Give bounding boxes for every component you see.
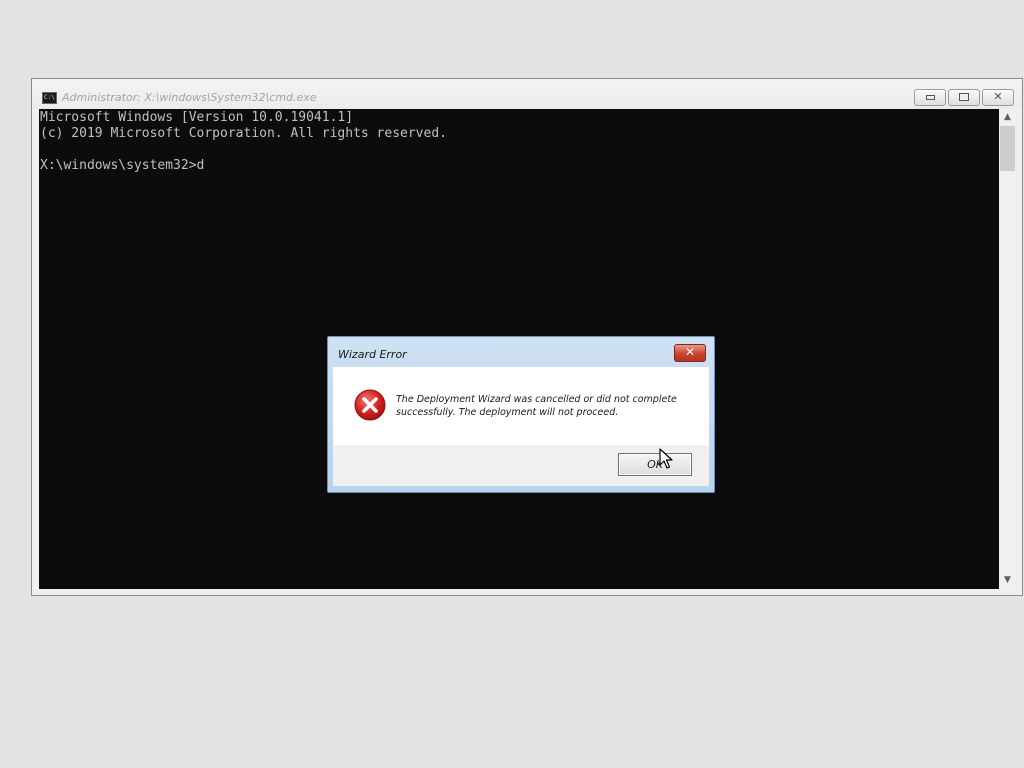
close-icon: ✕ [684,345,696,359]
minimize-icon [925,95,935,100]
console-icon: C:\ [42,92,57,104]
dialog-body: The Deployment Wizard was cancelled or d… [333,367,709,445]
minimize-button[interactable] [914,89,946,106]
maximize-button[interactable] [948,89,980,106]
window-title: Administrator: X:\windows\System32\cmd.e… [62,91,317,104]
error-icon [354,389,386,421]
cmd-titlebar[interactable]: C:\ Administrator: X:\windows\System32\c… [32,79,1022,109]
command-prompt: X:\windows\system32>d [40,158,205,173]
console-line: (c) 2019 Microsoft Corporation. All righ… [40,126,447,141]
console-line: Microsoft Windows [Version 10.0.19041.1] [40,110,354,125]
vertical-scrollbar[interactable]: ▲ ▼ [999,109,1016,589]
scroll-down-icon[interactable]: ▼ [999,572,1016,589]
dialog-title: Wizard Error [338,348,407,361]
dialog-footer: OK [333,445,709,486]
dialog-message: The Deployment Wizard was cancelled or d… [396,394,677,418]
desktop: C:\ Administrator: X:\windows\System32\c… [0,0,1024,768]
ok-button[interactable]: OK [618,453,692,476]
restore-icon [959,93,969,101]
close-icon: ✕ [993,90,1003,103]
scroll-up-icon[interactable]: ▲ [999,109,1016,126]
close-button[interactable]: ✕ [982,89,1014,106]
scroll-thumb[interactable] [1000,126,1015,171]
dialog-close-button[interactable]: ✕ [674,344,706,362]
mouse-pointer-icon [659,448,673,469]
wizard-error-dialog: Wizard Error ✕ The Deployment Wizard was… [327,336,715,493]
